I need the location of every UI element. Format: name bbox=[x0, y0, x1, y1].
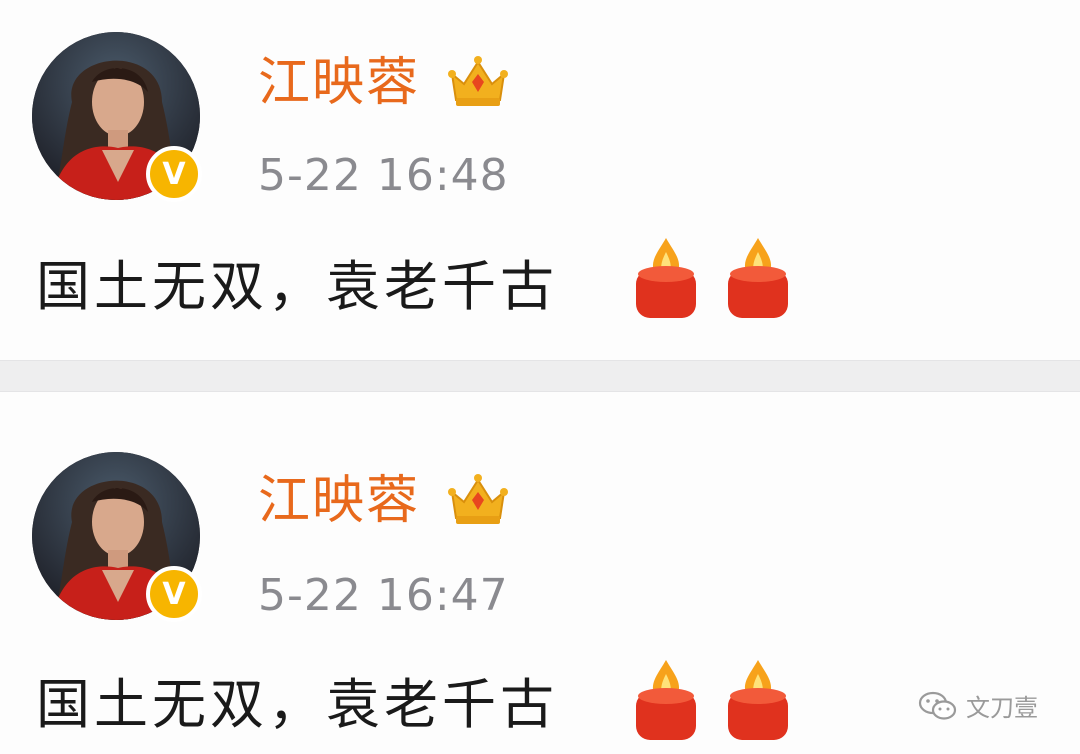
crown-icon bbox=[448, 56, 508, 106]
crown-icon bbox=[448, 474, 508, 524]
post-timestamp: 5-22 16:47 bbox=[258, 570, 509, 621]
weibo-post: V 江映蓉 5-22 16:48 国土无双，袁老千古 bbox=[0, 0, 1080, 360]
watermark-text: 文刀壹 bbox=[966, 694, 1038, 722]
post-content: 国土无双，袁老千古 bbox=[36, 673, 558, 736]
post-timestamp: 5-22 16:48 bbox=[258, 150, 509, 201]
candle-icon bbox=[636, 660, 696, 740]
candle-icon bbox=[728, 660, 788, 740]
post-content: 国土无双，袁老千古 bbox=[36, 255, 558, 318]
candle-icon bbox=[728, 238, 788, 318]
candle-icon bbox=[636, 238, 696, 318]
watermark: 文刀壹 bbox=[918, 688, 1038, 723]
username[interactable]: 江映蓉 bbox=[258, 466, 420, 536]
post-separator bbox=[0, 360, 1080, 392]
verified-badge-icon: V bbox=[146, 146, 202, 202]
wechat-icon bbox=[918, 691, 957, 720]
username[interactable]: 江映蓉 bbox=[258, 48, 420, 118]
verified-badge-icon: V bbox=[146, 566, 202, 622]
